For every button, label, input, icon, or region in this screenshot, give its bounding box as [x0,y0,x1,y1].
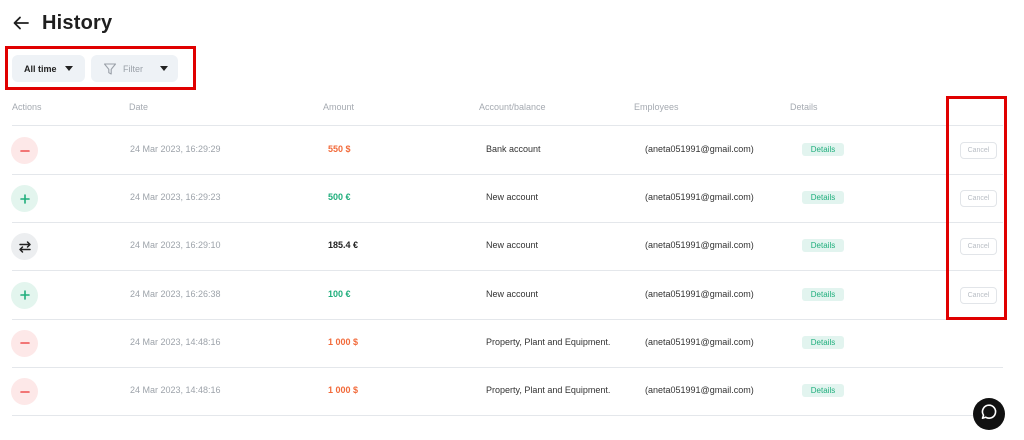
funnel-icon [103,62,117,76]
row-account: New account [486,240,539,251]
row-account: New account [486,192,539,203]
filter-dropdown[interactable]: Filter [91,55,178,82]
plus-icon [19,193,31,205]
row-date: 24 Mar 2023, 14:48:16 [130,336,221,347]
chevron-down-icon[interactable] [160,66,168,71]
minus-icon [19,386,31,398]
filter-placeholder: Filter [123,63,143,74]
row-amount: 185.4 € [328,240,359,251]
row-date: 24 Mar 2023, 14:48:16 [130,385,221,395]
plus-icon [19,289,31,301]
column-header-amount: Amount [323,102,355,112]
table-row: 24 Mar 2023, 16:29:29 550 $ Bank account (a… [0,126,1024,174]
arrow-left-icon[interactable] [12,14,30,32]
row-divider [12,415,1003,416]
time-range-label: All time [24,63,57,74]
row-amount: 1 000 $ [328,336,359,347]
row-employee: (aneta051991@gmail.com) [645,144,754,154]
page-header: History [12,10,112,36]
details-button[interactable]: Details [802,143,844,156]
row-employee: (aneta051991@gmail.com) [645,240,754,251]
details-button[interactable]: Details [802,239,844,253]
plus-action-button[interactable] [11,281,38,309]
details-button[interactable]: Details [802,384,844,397]
row-employee: (aneta051991@gmail.com) [645,385,754,395]
time-range-dropdown[interactable]: All time [12,55,85,82]
row-date: 24 Mar 2023, 16:26:38 [130,288,221,299]
table-row: 24 Mar 2023, 16:29:23 500 € New account (an… [0,174,1024,222]
row-employee: (aneta051991@gmail.com) [645,192,754,203]
minus-action-button[interactable] [11,137,38,164]
column-header-actions: Actions [12,102,42,112]
row-account: Bank account [486,144,541,154]
transfer-action-button[interactable] [11,233,38,261]
column-header-employees: Employees [634,102,679,112]
filter-bar: All time Filter [12,55,178,82]
transfer-arrows-icon [18,240,32,254]
minus-action-button[interactable] [11,329,38,357]
chat-button[interactable] [973,398,1005,430]
row-amount: 500 € [328,192,351,203]
plus-action-button[interactable] [11,185,38,213]
column-header-details: Details [790,102,818,112]
row-amount: 1 000 $ [328,385,359,395]
column-header-account: Account/balance [479,102,546,112]
details-button[interactable]: Details [802,287,844,301]
row-date: 24 Mar 2023, 16:29:23 [130,192,221,203]
row-employee: (aneta051991@gmail.com) [645,288,754,299]
minus-icon [19,145,31,157]
chevron-down-icon [65,66,73,71]
details-button[interactable]: Details [802,191,844,205]
row-date: 24 Mar 2023, 16:29:10 [130,240,221,251]
minus-icon [19,337,31,349]
row-account: Property, Plant and Equipment. [486,385,611,395]
table-row: 24 Mar 2023, 14:48:16 1 000 $ Property, Pl… [0,319,1024,367]
column-header-date: Date [129,102,149,112]
table-row: 24 Mar 2023, 16:26:38 100 € New account (an… [0,271,1024,319]
row-account: New account [486,288,539,299]
cancel-column-highlight-box [946,96,1007,320]
table-row: 24 Mar 2023, 16:29:10 185.4 € New account (… [0,222,1024,270]
chat-bubble-icon [980,403,998,426]
row-amount: 100 € [328,288,351,299]
table-row: 24 Mar 2023, 14:48:16 1 000 $ Property, Pl… [0,367,1024,415]
row-amount: 550 $ [328,144,351,154]
page-title: History [42,11,113,34]
table-header: Actions Date Amount Account/balance Empl… [0,102,1024,116]
row-employee: (aneta051991@gmail.com) [645,336,754,347]
minus-action-button[interactable] [11,378,38,405]
row-date: 24 Mar 2023, 16:29:29 [130,144,221,154]
row-account: Property, Plant and Equipment. [486,336,611,347]
details-button[interactable]: Details [802,335,844,349]
